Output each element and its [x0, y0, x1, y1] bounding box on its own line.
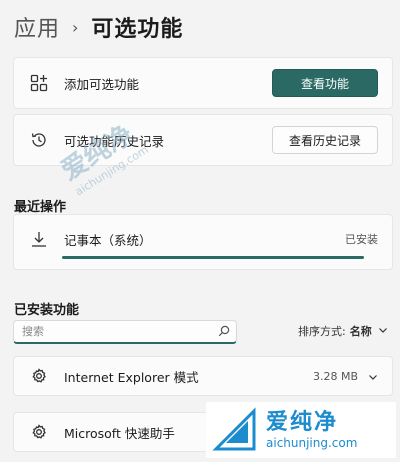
view-history-button[interactable]: 查看历史记录 — [272, 126, 378, 154]
chevron-down-icon[interactable] — [378, 325, 388, 338]
installed-section-title: 已安装功能 — [14, 303, 80, 318]
recent-section-title: 最近操作 — [14, 200, 67, 215]
recent-item-label: 记事本（系统） — [64, 232, 152, 248]
view-features-button[interactable]: 查看功能 — [272, 69, 378, 97]
download-icon — [28, 228, 50, 250]
installed-feature-item[interactable]: Internet Explorer 模式 3.28 MB — [13, 356, 393, 396]
breadcrumb-separator: › — [72, 17, 80, 37]
sort-value[interactable]: 名称 — [350, 323, 372, 339]
recent-item-card: 记事本（系统） 已安装 — [13, 214, 393, 270]
search-icon[interactable] — [218, 322, 230, 341]
add-feature-label: 添加可选功能 — [64, 76, 140, 92]
breadcrumb: 应用 › 可选功能 — [14, 10, 183, 44]
expand-chevron-icon[interactable] — [368, 367, 378, 386]
watermark-logo: 爱纯净 aichunjing.com — [206, 402, 396, 458]
install-progress-fill — [62, 256, 364, 259]
history-icon — [28, 129, 50, 151]
watermark-text-small: aichunjing.com — [266, 436, 358, 450]
search-input[interactable] — [22, 325, 218, 338]
watermark-text-big: 爱纯净 — [266, 410, 339, 435]
recent-item-status: 已安装 — [345, 233, 378, 246]
add-feature-card: 添加可选功能 查看功能 — [13, 57, 393, 109]
gear-puzzle-icon — [28, 421, 50, 443]
sort-dropdown[interactable]: 排序方式: 名称 — [298, 323, 388, 339]
sort-label: 排序方式: — [298, 325, 346, 338]
grid-plus-icon — [28, 72, 50, 94]
search-box[interactable] — [13, 320, 237, 344]
feature-name: Internet Explorer 模式 — [64, 369, 199, 385]
install-progress-bar — [62, 256, 364, 259]
gear-puzzle-icon — [28, 365, 50, 387]
feature-size: 3.28 MB — [312, 369, 358, 383]
watermark-triangle-icon — [212, 407, 256, 451]
breadcrumb-parent[interactable]: 应用 — [14, 11, 60, 43]
page-title: 可选功能 — [91, 17, 184, 42]
